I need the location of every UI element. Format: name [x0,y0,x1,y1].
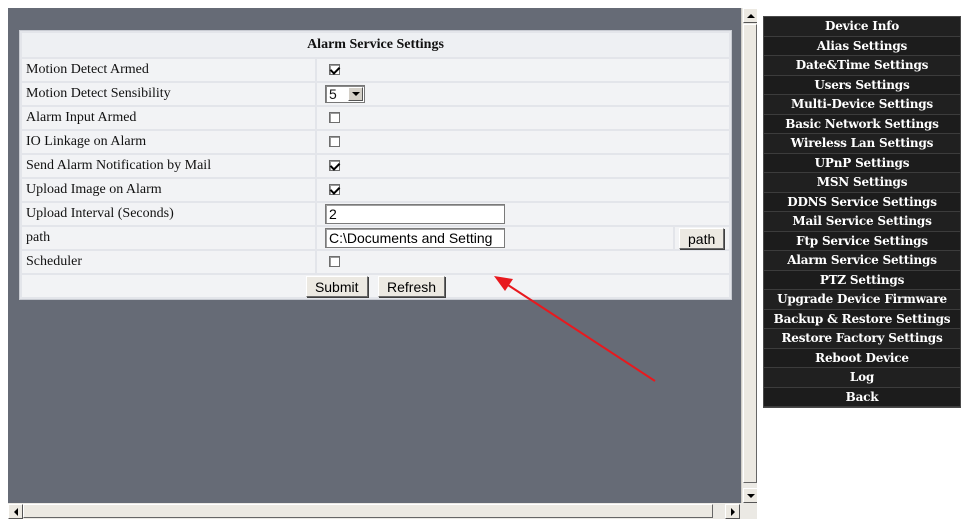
sensibility-select[interactable]: 5 [325,85,365,103]
form-title: Alarm Service Settings [22,33,729,57]
sidebar-item-wireless-lan-settings[interactable]: Wireless Lan Settings [764,134,960,154]
submit-button[interactable]: Submit [305,275,368,297]
sidebar-item-users-settings[interactable]: Users Settings [764,75,960,95]
scroll-right-icon[interactable] [725,504,740,519]
sidebar-item-basic-network-settings[interactable]: Basic Network Settings [764,114,960,134]
send-mail-label: Send Alarm Notification by Mail [22,155,315,177]
row-send-mail: Send Alarm Notification by Mail [22,155,729,177]
row-upload-image: Upload Image on Alarm [22,179,729,201]
sidebar: Device Info Alias Settings Date&Time Setti… [757,8,971,519]
row-io-linkage: IO Linkage on Alarm [22,131,729,153]
sidebar-item-alarm-service-settings[interactable]: Alarm Service Settings [764,251,960,271]
send-mail-checkbox[interactable] [329,160,340,172]
row-upload-interval: Upload Interval (Seconds) [22,203,729,225]
sidebar-item-upgrade-device-firmware[interactable]: Upgrade Device Firmware [764,290,960,310]
sidebar-item-alias-settings[interactable]: Alias Settings [764,36,960,56]
sidebar-item-restore-factory-settings[interactable]: Restore Factory Settings [764,329,960,349]
upload-image-label: Upload Image on Alarm [22,179,315,201]
sidebar-item-backup-restore-settings[interactable]: Backup & Restore Settings [764,309,960,329]
path-input[interactable] [325,228,505,248]
vertical-scroll-thumb[interactable] [743,24,757,483]
io-linkage-label: IO Linkage on Alarm [22,131,315,153]
chevron-down-icon[interactable] [348,87,363,101]
motion-armed-checkbox[interactable] [329,64,340,76]
motion-armed-label: Motion Detect Armed [22,59,315,81]
alarm-input-label: Alarm Input Armed [22,107,315,129]
sidebar-item-multi-device-settings[interactable]: Multi-Device Settings [764,95,960,115]
io-linkage-checkbox[interactable] [329,136,340,148]
scroll-left-icon[interactable] [8,504,23,519]
row-scheduler: Scheduler [22,251,729,273]
sidebar-item-msn-settings[interactable]: MSN Settings [764,173,960,193]
horizontal-scrollbar[interactable] [8,503,757,519]
sidebar-item-date-time-settings[interactable]: Date&Time Settings [764,56,960,76]
row-sensibility: Motion Detect Sensibility 5 [22,83,729,105]
settings-menu: Device Info Alias Settings Date&Time Setti… [763,16,961,408]
sidebar-item-back[interactable]: Back [764,387,960,407]
row-path: path path [22,227,729,249]
vertical-scrollbar[interactable] [741,8,758,503]
scroll-up-icon[interactable] [743,8,758,23]
row-motion-armed: Motion Detect Armed [22,59,729,81]
sidebar-item-reboot-device[interactable]: Reboot Device [764,348,960,368]
sidebar-item-device-info[interactable]: Device Info [764,17,960,37]
alarm-settings-form: Alarm Service Settings Motion Detect Arm… [19,30,732,300]
sidebar-item-upnp-settings[interactable]: UPnP Settings [764,153,960,173]
scheduler-checkbox[interactable] [329,256,340,268]
scroll-down-icon[interactable] [743,488,758,503]
sidebar-item-mail-service-settings[interactable]: Mail Service Settings [764,212,960,232]
sensibility-value: 5 [329,86,337,102]
upload-image-checkbox[interactable] [329,184,340,196]
sidebar-item-ftp-service-settings[interactable]: Ftp Service Settings [764,231,960,251]
refresh-button[interactable]: Refresh [378,275,446,297]
path-button[interactable]: path [679,227,725,249]
scheduler-label: Scheduler [22,251,315,273]
horizontal-scroll-thumb[interactable] [23,504,713,518]
sidebar-item-ptz-settings[interactable]: PTZ Settings [764,270,960,290]
row-alarm-input: Alarm Input Armed [22,107,729,129]
sidebar-item-ddns-service-settings[interactable]: DDNS Service Settings [764,192,960,212]
sidebar-item-log[interactable]: Log [764,368,960,388]
sensibility-label: Motion Detect Sensibility [22,83,315,105]
upload-interval-input[interactable] [325,204,505,224]
upload-interval-label: Upload Interval (Seconds) [22,203,315,225]
content-frame: Alarm Service Settings Motion Detect Arm… [8,8,741,503]
path-label: path [22,227,315,249]
form-actions: Submit Refresh [22,275,729,297]
alarm-input-checkbox[interactable] [329,112,340,124]
